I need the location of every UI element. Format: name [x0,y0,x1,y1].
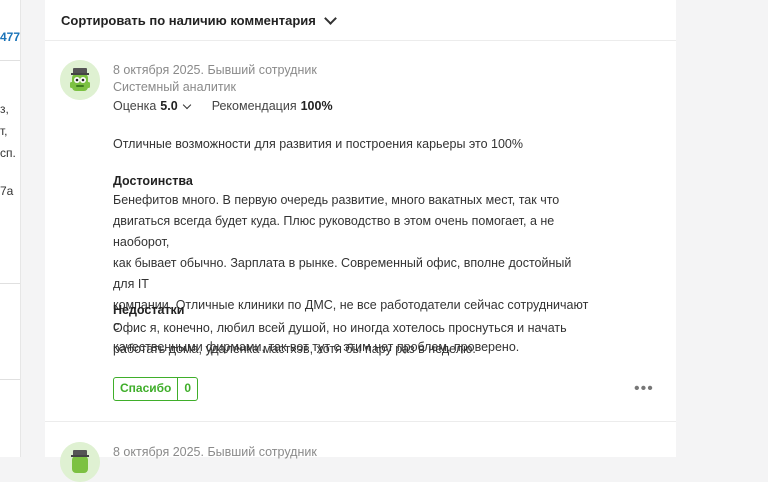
chevron-down-icon [182,100,191,109]
green-monster-avatar-icon [60,60,100,100]
thanks-button-group: Спасибо 0 [113,377,199,401]
pros-line: двигаться всегда будет куда. Плюс руково… [113,214,555,249]
sidebar-text-fragment: з, [0,102,9,116]
sidebar-link-fragment[interactable]: 477 [0,30,20,44]
sidebar-text-fragment: 7а [0,184,14,198]
sort-label: Сортировать по наличию комментария [61,13,316,28]
recommend-label: Рекомендация [211,99,297,113]
sidebar-divider [0,283,20,284]
review-card: 8 октября 2025. Бывший сотрудник Системн… [45,40,676,422]
sort-bar: Сортировать по наличию комментария [45,0,676,41]
pros-line: Бенефитов много. В первую очередь развит… [113,193,560,207]
thanks-count: 0 [177,378,197,400]
thanks-button[interactable]: Спасибо [114,378,177,400]
review-meta: 8 октября 2025. Бывший сотрудник Системн… [113,62,317,96]
green-monster-avatar-icon [60,442,100,482]
cons-text: Офис я, конечно, любил всей душой, но ин… [113,318,593,360]
review-position: Системный аналитик [113,80,236,94]
review-card: 8 октября 2025. Бывший сотрудник [45,422,676,482]
sidebar-divider [0,60,20,61]
left-sidebar: 477 з, т, сп. 7а [0,0,21,457]
sidebar-text-fragment: т, [0,124,8,138]
reviews-panel: Сортировать по наличию комментария 8 окт… [45,0,676,482]
pros-title: Достоинства [113,174,193,188]
review-meta: 8 октября 2025. Бывший сотрудник [113,444,317,461]
cons-line: работать дома, удаленка мастхэв, хотя бы… [113,342,476,356]
sort-dropdown[interactable]: Сортировать по наличию комментария [61,12,337,28]
sidebar-divider [0,379,20,380]
rating-label: Оценка [113,99,157,113]
sidebar-text-fragment: сп. [0,146,16,160]
rating-value: 5.0 [160,99,178,113]
chevron-down-icon [324,12,337,25]
recommend-value: 100% [300,99,333,113]
pros-line: как бывает обычно. Зарплата в рынке. Сов… [113,256,572,291]
review-ratings: Оценка 5.0 Рекомендация 100% [113,99,333,113]
cons-line: Офис я, конечно, любил всей душой, но ин… [113,321,567,335]
review-date-status: 8 октября 2025. Бывший сотрудник [113,63,317,77]
review-summary: Отличные возможности для развития и пост… [113,137,524,151]
rating-toggle[interactable]: Оценка 5.0 [113,99,191,113]
more-dots-icon[interactable]: ••• [634,380,654,398]
